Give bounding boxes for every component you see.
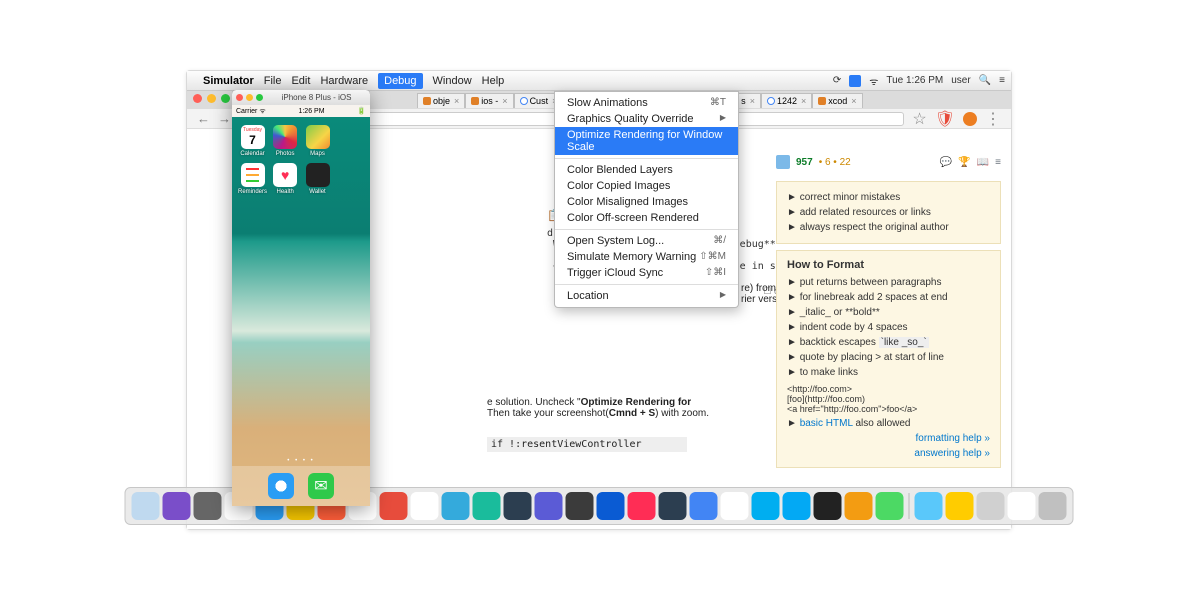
app-name[interactable]: Simulator xyxy=(203,75,254,87)
so-sidebar: 957 • 6 • 22 💬 🏆 📖 ≡ correct minor mista… xyxy=(776,149,1001,468)
tab[interactable]: obje× xyxy=(417,93,465,108)
window-controls[interactable] xyxy=(193,94,230,103)
tray-icon[interactable]: ⟳ xyxy=(833,75,841,86)
dock-app[interactable] xyxy=(977,492,1005,520)
edit-tips: correct minor mistakes add related resou… xyxy=(776,181,1001,244)
menu-item[interactable]: Location xyxy=(555,288,738,304)
dock-app[interactable] xyxy=(946,492,974,520)
search-icon[interactable]: 🔍 xyxy=(979,75,991,86)
menu-item[interactable]: Simulate Memory Warning⇧⌘M xyxy=(555,249,738,265)
star-icon[interactable]: ☆ xyxy=(912,109,926,129)
app-wallet[interactable]: Wallet xyxy=(303,163,331,195)
menu-window[interactable]: Window xyxy=(433,75,472,87)
dock-app[interactable] xyxy=(504,492,532,520)
dock-app[interactable] xyxy=(915,492,943,520)
tray-icon[interactable] xyxy=(849,75,861,87)
dock-safari[interactable] xyxy=(268,473,294,499)
app-maps[interactable]: Maps xyxy=(303,125,331,157)
user-stats: 957 • 6 • 22 💬 🏆 📖 ≡ xyxy=(776,149,1001,175)
dock-app[interactable] xyxy=(659,492,687,520)
macos-menubar: Simulator File Edit Hardware Debug Windo… xyxy=(187,71,1011,91)
extension-icon[interactable]: 🛡 xyxy=(935,109,955,129)
dock-app[interactable] xyxy=(845,492,873,520)
dock-app[interactable] xyxy=(597,492,625,520)
ios-statusbar: Carrier ᯤ 1:26 PM 🔋 xyxy=(232,105,370,117)
window-controls[interactable] xyxy=(236,94,263,101)
extension-icon[interactable] xyxy=(963,112,977,126)
ios-home-screen[interactable]: Tuesday7Calendar Photos Maps Reminders ♥… xyxy=(232,117,370,506)
dock-app[interactable] xyxy=(1039,492,1067,520)
clock: Tue 1:26 PM xyxy=(886,75,943,86)
menu-file[interactable]: File xyxy=(264,75,282,87)
dock-app[interactable] xyxy=(752,492,780,520)
menu-item[interactable]: Trigger iCloud Sync⇧⌘I xyxy=(555,265,738,281)
toolbar-icon[interactable]: 📖 xyxy=(977,157,989,168)
menu-help[interactable]: Help xyxy=(482,75,505,87)
forward-button[interactable]: → xyxy=(218,111,231,126)
menu-dots-icon[interactable]: ⋮ xyxy=(985,109,1001,129)
menu-debug[interactable]: Debug xyxy=(378,73,422,89)
app-photos[interactable]: Photos xyxy=(271,125,299,157)
toolbar-icon[interactable]: 🏆 xyxy=(958,157,970,168)
menu-edit[interactable]: Edit xyxy=(291,75,310,87)
dock-app[interactable] xyxy=(690,492,718,520)
dock-app[interactable] xyxy=(194,492,222,520)
profile-icon[interactable] xyxy=(776,155,790,169)
menu-hardware[interactable]: Hardware xyxy=(320,75,368,87)
menubar-tray: ⟳ ᯤ Tue 1:26 PM user 🔍 ≡ xyxy=(833,74,1005,88)
dock-app[interactable] xyxy=(380,492,408,520)
tab[interactable]: xcod× xyxy=(812,93,862,108)
app-calendar[interactable]: Tuesday7Calendar xyxy=(238,125,267,157)
sim-title: iPhone 8 Plus - iOS xyxy=(267,93,366,102)
dock-app[interactable] xyxy=(721,492,749,520)
menu-item[interactable]: Color Misaligned Images xyxy=(555,194,738,210)
dock-app[interactable] xyxy=(814,492,842,520)
tab[interactable]: 1242× xyxy=(761,93,812,108)
dock-messages[interactable]: ✉ xyxy=(308,473,334,499)
menu-item[interactable]: Color Off-screen Rendered xyxy=(555,210,738,226)
dock-app[interactable] xyxy=(876,492,904,520)
dock-app[interactable] xyxy=(411,492,439,520)
toolbar-icon[interactable]: 💬 xyxy=(940,157,952,168)
user-label[interactable]: user xyxy=(951,75,970,86)
back-button[interactable]: ← xyxy=(197,111,210,126)
dock-app[interactable] xyxy=(442,492,470,520)
formatting-help-link[interactable]: formatting help » xyxy=(787,433,990,444)
menu-icon[interactable]: ≡ xyxy=(999,75,1005,86)
dock-app[interactable] xyxy=(628,492,656,520)
debug-menu-dropdown: Slow Animations⌘T Graphics Quality Overr… xyxy=(554,91,739,308)
page-indicator[interactable]: • • • • xyxy=(232,458,370,464)
answering-help-link[interactable]: answering help » xyxy=(787,448,990,459)
ios-simulator-window: iPhone 8 Plus - iOS Carrier ᯤ 1:26 PM 🔋 … xyxy=(232,90,370,506)
menu-item[interactable]: Slow Animations⌘T xyxy=(555,95,738,111)
menu-item[interactable]: Color Copied Images xyxy=(555,178,738,194)
dock-app[interactable] xyxy=(163,492,191,520)
dock-app[interactable] xyxy=(473,492,501,520)
basic-html-link[interactable]: basic HTML xyxy=(800,418,853,429)
menu-item-highlighted[interactable]: Optimize Rendering for Window Scale xyxy=(555,127,738,155)
app-reminders[interactable]: Reminders xyxy=(238,163,267,195)
dock-app[interactable] xyxy=(566,492,594,520)
wifi-icon[interactable]: ᯤ xyxy=(869,74,878,88)
dock-app[interactable] xyxy=(783,492,811,520)
dock-app[interactable] xyxy=(1008,492,1036,520)
tab[interactable]: ios -× xyxy=(465,93,513,108)
app-health[interactable]: ♥Health xyxy=(271,163,299,195)
ios-dock: ✉ xyxy=(232,466,370,506)
format-help: How to Format put returns between paragr… xyxy=(776,250,1001,468)
menu-item[interactable]: Open System Log...⌘/ xyxy=(555,233,738,249)
menu-item[interactable]: Graphics Quality Override xyxy=(555,111,738,127)
toolbar-icon[interactable]: ≡ xyxy=(995,157,1001,168)
menu-item[interactable]: Color Blended Layers xyxy=(555,162,738,178)
dock-app[interactable] xyxy=(535,492,563,520)
dock-app[interactable] xyxy=(132,492,160,520)
